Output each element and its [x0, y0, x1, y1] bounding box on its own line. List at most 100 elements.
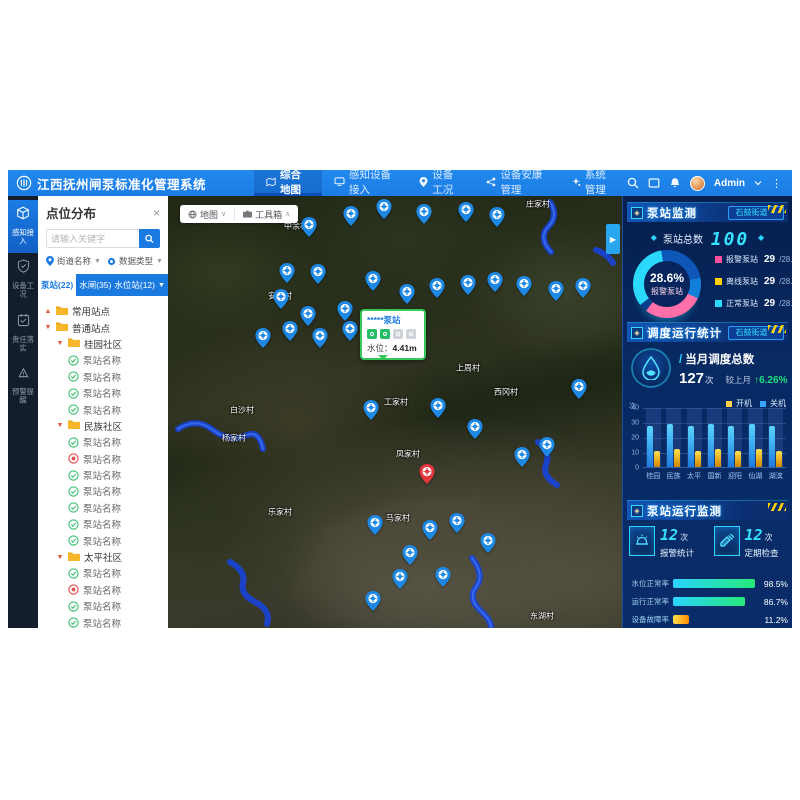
map-pin-pump[interactable]	[487, 272, 503, 297]
tabs-caret-icon[interactable]: ▼	[155, 274, 168, 296]
chevron-down-icon[interactable]	[754, 179, 762, 187]
data-type-select[interactable]: 数据类型 ▼	[107, 255, 163, 267]
tree-station-item[interactable]: 泵站名称	[44, 500, 166, 516]
map-pin-pump[interactable]	[365, 591, 381, 616]
rate-bar	[673, 615, 689, 624]
tree-folder[interactable]: ▼民族社区	[44, 418, 166, 434]
street-name-select[interactable]: 街道名称 ▼	[46, 255, 101, 267]
map-pin-pump[interactable]	[310, 264, 326, 289]
tree-station-item[interactable]: 泵站名称	[44, 385, 166, 401]
tree-station-label: 泵站名称	[83, 517, 121, 531]
map-pin-pump[interactable]	[467, 419, 483, 444]
tree-station-item[interactable]: 泵站名称	[44, 516, 166, 532]
map-pin-pump[interactable]	[449, 513, 465, 538]
map-pin-alert[interactable]	[419, 464, 435, 489]
map-pin-pump[interactable]	[514, 447, 530, 472]
tree-station-item[interactable]: 泵站名称	[44, 451, 166, 467]
map-pin-pump[interactable]	[312, 328, 328, 353]
legend-swatch	[715, 278, 722, 285]
map-pin-pump[interactable]	[282, 321, 298, 346]
toolbox-toggle[interactable]: 工具箱∧	[234, 208, 298, 221]
close-icon[interactable]: ×	[153, 207, 160, 219]
fullscreen-icon[interactable]	[648, 177, 660, 189]
tree-station-item[interactable]: 泵站名称	[44, 352, 166, 368]
caret-expanded-icon[interactable]: ▼	[44, 324, 52, 331]
tree-station-item[interactable]: 泵站名称	[44, 614, 166, 628]
caret-collapsed-icon[interactable]: ▲	[44, 308, 52, 315]
map-pin-pump[interactable]	[575, 278, 591, 303]
nav-item-1[interactable]: 综合地图	[254, 170, 322, 196]
map-pin-pump[interactable]	[367, 515, 383, 540]
tree-folder[interactable]: ▼ 普通站点	[44, 319, 166, 335]
legend-percent: /28.6%	[779, 299, 792, 308]
nav-item-5[interactable]: 系统管理	[559, 170, 627, 196]
bar-guanji	[667, 424, 673, 467]
map-pin-pump[interactable]	[422, 520, 438, 545]
map-pin-pump[interactable]	[480, 533, 496, 558]
tree-folder[interactable]: ▼桂园社区	[44, 336, 166, 352]
search-button[interactable]	[139, 229, 160, 248]
caret-expanded-icon[interactable]: ▼	[56, 554, 64, 561]
map-pin-pump[interactable]	[365, 271, 381, 296]
tree-folder[interactable]: ▲常用站点	[44, 303, 166, 319]
map-pin-pump[interactable]	[392, 569, 408, 594]
basemap-switcher[interactable]: 地图∨	[180, 208, 234, 221]
stat-label: 报警统计	[660, 547, 694, 559]
map-pin-pump[interactable]	[516, 276, 532, 301]
user-name[interactable]: Admin	[714, 178, 745, 189]
tree-station-item[interactable]: 泵站名称	[44, 565, 166, 581]
map-pin-pump[interactable]	[460, 275, 476, 300]
map-pin-pump[interactable]	[301, 217, 317, 242]
kebab-menu-icon[interactable]: ⋮	[771, 177, 782, 190]
map-pin-pump[interactable]	[458, 202, 474, 227]
tree-station-item[interactable]: 泵站名称	[44, 532, 166, 548]
search-icon[interactable]	[627, 177, 639, 189]
tree-folder-label: 普通站点	[72, 321, 110, 335]
station-popup-title[interactable]: *****泵站	[367, 314, 419, 326]
avatar[interactable]	[690, 176, 705, 191]
map-pin-pump[interactable]	[571, 379, 587, 404]
map-pin-pump[interactable]	[363, 400, 379, 425]
nav-item-4[interactable]: 设备安康管理	[474, 170, 558, 196]
map-pin-pump[interactable]	[435, 567, 451, 592]
tree-station-item[interactable]: 泵站名称	[44, 401, 166, 417]
tab-1[interactable]: 泵站(22)	[38, 274, 76, 296]
tab-2[interactable]: 水闸(35)	[76, 274, 114, 296]
sidebar-item-4[interactable]: 预警提醒	[8, 360, 38, 412]
panel-collapse-button[interactable]: ▶	[606, 224, 620, 254]
tree-station-item[interactable]: 泵站名称	[44, 483, 166, 499]
map-canvas[interactable]: 中余村庄家村安全村上周村西冈村工家村白沙村杨家村凤家村乐家村马家村东湖村 地图∨…	[168, 196, 622, 628]
caret-expanded-icon[interactable]: ▼	[56, 422, 64, 429]
map-pin-pump[interactable]	[399, 284, 415, 309]
tab-3[interactable]: 水位站(12)	[114, 274, 155, 296]
map-pin-pump[interactable]	[548, 281, 564, 306]
map-pin-pump[interactable]	[489, 207, 505, 232]
sidebar-item-1[interactable]: 感知接入	[8, 200, 38, 253]
caret-expanded-icon[interactable]: ▼	[56, 340, 64, 347]
sidebar-item-2[interactable]: 设备工况	[8, 253, 38, 306]
map-pin-pump[interactable]	[429, 278, 445, 303]
map-pin-pump[interactable]	[376, 199, 392, 224]
sidebar-item-3[interactable]: 责任落实	[8, 307, 38, 360]
tree-folder[interactable]: ▼太平社区	[44, 549, 166, 565]
map-pin-pump[interactable]	[255, 328, 271, 353]
tree-station-item[interactable]: 泵站名称	[44, 369, 166, 385]
tree-station-item[interactable]: 泵站名称	[44, 582, 166, 598]
map-pin-pump[interactable]	[273, 289, 289, 314]
search-input[interactable]	[46, 229, 139, 248]
tree-station-item[interactable]: 泵站名称	[44, 598, 166, 614]
nav-item-3[interactable]: 设备工况	[407, 170, 474, 196]
run-monitor-bars: 水位正常率98.5%运行正常率86.7%设备故障率11.2%	[627, 578, 788, 625]
tree-station-item[interactable]: 泵站名称	[44, 467, 166, 483]
map-pin-pump[interactable]	[343, 206, 359, 231]
map-pin-pump[interactable]	[416, 204, 432, 229]
map-pin-pump[interactable]	[342, 321, 358, 346]
tree-station-item[interactable]: 泵站名称	[44, 434, 166, 450]
section-pump-monitor-header: ◈ 泵站监测 石鼓街道▼	[627, 202, 788, 222]
bell-icon[interactable]	[669, 177, 681, 189]
nav-item-2[interactable]: 感知设备接入	[322, 170, 407, 196]
map-pin-pump[interactable]	[539, 437, 555, 462]
map-pin-pump[interactable]	[402, 545, 418, 570]
map-pin-pump[interactable]	[430, 398, 446, 423]
map-pin-pump[interactable]	[279, 263, 295, 288]
